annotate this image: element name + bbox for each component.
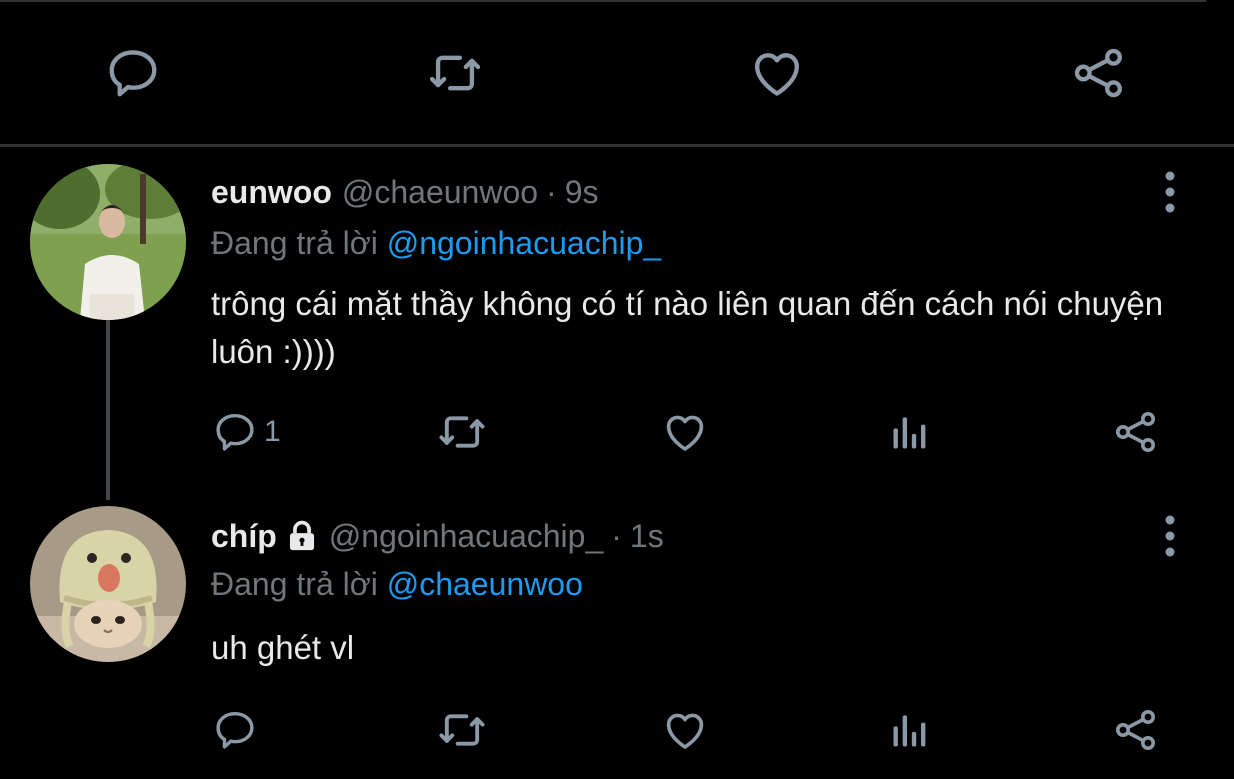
- tweet-header: chíp @ngoinhacuachip_ · 1s: [211, 516, 664, 556]
- replying-to-mention[interactable]: @chaeunwoo: [387, 566, 583, 602]
- like-icon[interactable]: [748, 44, 806, 102]
- divider: [0, 144, 1234, 147]
- share-icon: [1112, 706, 1160, 754]
- replying-to-label: Đang trả lời: [211, 225, 378, 261]
- tweet-text: uh ghét vl: [211, 629, 355, 666]
- separator-dot: ·: [611, 518, 622, 554]
- reply-button[interactable]: [212, 700, 264, 760]
- reply-icon: [212, 409, 258, 455]
- timestamp[interactable]: 9s: [565, 172, 599, 212]
- retweet-button[interactable]: [436, 700, 488, 760]
- reply-icon[interactable]: [104, 44, 162, 102]
- tweet-header: eunwoo @chaeunwoo · 9s: [211, 172, 599, 212]
- replying-to-mention[interactable]: @ngoinhacuachip_: [387, 225, 661, 261]
- display-name[interactable]: chíp: [211, 516, 277, 556]
- display-name[interactable]: eunwoo: [211, 172, 332, 212]
- retweet-icon[interactable]: [426, 44, 484, 102]
- retweet-icon: [436, 406, 488, 458]
- retweet-icon: [436, 704, 488, 756]
- tweet-text: trông cái mặt thầy không có tí nào liên …: [211, 285, 1164, 370]
- analytics-icon: [888, 708, 932, 752]
- retweet-button[interactable]: [436, 402, 488, 462]
- like-icon: [661, 706, 709, 754]
- share-button[interactable]: [1112, 402, 1160, 462]
- replying-to-line: Đang trả lời @chaeunwoo: [211, 564, 583, 604]
- share-button[interactable]: [1112, 700, 1160, 760]
- reply-button[interactable]: 1: [212, 402, 281, 462]
- analytics-button[interactable]: [888, 402, 932, 462]
- like-button[interactable]: [661, 700, 709, 760]
- avatar[interactable]: [30, 164, 186, 320]
- replying-to-label: Đang trả lời: [211, 566, 378, 602]
- user-handle[interactable]: @chaeunwoo: [342, 172, 538, 212]
- analytics-icon: [888, 410, 932, 454]
- separator-dot: ·: [546, 174, 557, 210]
- share-icon[interactable]: [1070, 44, 1128, 102]
- like-icon: [661, 408, 709, 456]
- more-icon[interactable]: [1158, 170, 1182, 214]
- more-icon[interactable]: [1158, 514, 1182, 558]
- user-handle[interactable]: @ngoinhacuachip_: [329, 516, 603, 556]
- reply-icon: [212, 707, 258, 753]
- analytics-button[interactable]: [888, 700, 932, 760]
- main-tweet-action-bar: [0, 0, 1234, 146]
- timestamp[interactable]: 1s: [630, 516, 664, 556]
- replying-to-line: Đang trả lời @ngoinhacuachip_: [211, 223, 661, 263]
- reply-count: 1: [264, 415, 281, 448]
- tweet-action-bar: 1: [0, 402, 1234, 462]
- lock-icon: [285, 519, 319, 553]
- share-icon: [1112, 408, 1160, 456]
- avatar[interactable]: [30, 506, 186, 662]
- tweet-action-bar: [0, 700, 1234, 760]
- like-button[interactable]: [661, 402, 709, 462]
